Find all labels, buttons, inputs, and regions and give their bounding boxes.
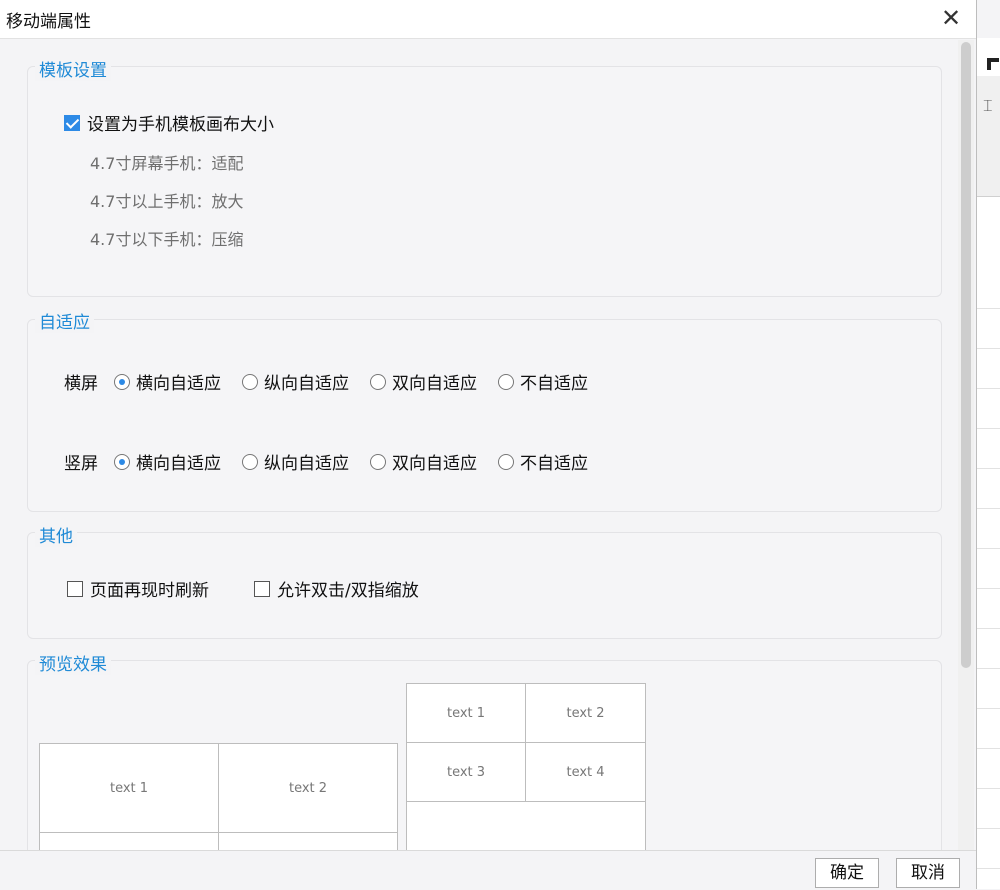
adaptive-group bbox=[27, 319, 942, 512]
radio-label: 不自适应 bbox=[520, 374, 588, 394]
radio-dot[interactable] bbox=[498, 453, 514, 470]
corner-icon bbox=[987, 58, 999, 70]
preview-right-cell-2: text 2 bbox=[525, 683, 646, 743]
portrait-option-none[interactable]: 不自适应 bbox=[498, 449, 588, 474]
radio-dot[interactable] bbox=[114, 453, 130, 470]
landscape-option-none[interactable]: 不自适应 bbox=[498, 369, 588, 394]
scrollbar-thumb[interactable] bbox=[961, 42, 971, 668]
template-settings-group bbox=[27, 66, 942, 297]
preview-left-cell-2: text 2 bbox=[218, 743, 398, 833]
radio-label: 纵向自适应 bbox=[264, 454, 349, 474]
radio-label: 横向自适应 bbox=[136, 454, 221, 474]
background-toolbar bbox=[977, 76, 1000, 197]
background-app-edge: ⌶ bbox=[976, 38, 1000, 889]
radio-label: 双向自适应 bbox=[392, 454, 477, 474]
refresh-on-reappear-row[interactable]: 页面再现时刷新 bbox=[67, 576, 209, 601]
radio-label: 不自适应 bbox=[520, 454, 588, 474]
portrait-option-both[interactable]: 双向自适应 bbox=[370, 449, 477, 474]
cancel-button[interactable]: 取消 bbox=[896, 858, 960, 888]
template-settings-title: 模板设置 bbox=[35, 56, 111, 81]
dialog-title: 移动端属性 bbox=[6, 12, 91, 32]
portrait-option-vertical[interactable]: 纵向自适应 bbox=[242, 449, 349, 474]
radio-dot[interactable] bbox=[370, 453, 386, 470]
portrait-label: 竖屏 bbox=[64, 454, 98, 474]
preview-left-cell-1: text 1 bbox=[39, 743, 219, 833]
landscape-option-vertical[interactable]: 纵向自适应 bbox=[242, 369, 349, 394]
preview-right-cell-1: text 1 bbox=[406, 683, 526, 743]
radio-label: 横向自适应 bbox=[136, 374, 221, 394]
allow-zoom-row[interactable]: 允许双击/双指缩放 bbox=[254, 576, 419, 601]
info-line-enlarge: 4.7寸以上手机：放大 bbox=[90, 192, 244, 211]
landscape-option-horizontal[interactable]: 横向自适应 bbox=[114, 369, 221, 394]
close-icon[interactable]: ✕ bbox=[934, 2, 968, 34]
background-grid bbox=[977, 308, 1000, 889]
vertical-scrollbar[interactable] bbox=[958, 40, 974, 850]
preview-right-cell-5 bbox=[406, 801, 646, 850]
portrait-radio-group: 竖屏 横向自适应 纵向自适应 双向自适应 不自适应 bbox=[64, 449, 609, 474]
other-title: 其他 bbox=[35, 522, 77, 547]
refresh-on-reappear-label: 页面再现时刷新 bbox=[90, 581, 209, 601]
dialog-content: 模板设置 设置为手机模板画布大小 4.7寸屏幕手机：适配 4.7寸以上手机：放大… bbox=[8, 40, 958, 850]
mobile-canvas-checkbox-label: 设置为手机模板画布大小 bbox=[87, 115, 274, 135]
preview-left-cell-3 bbox=[39, 832, 219, 850]
mobile-canvas-checkbox[interactable] bbox=[64, 114, 80, 131]
align-icon: ⌶ bbox=[983, 96, 993, 115]
radio-dot[interactable] bbox=[114, 373, 130, 390]
title-bar: 移动端属性 ✕ bbox=[0, 0, 976, 39]
portrait-option-horizontal[interactable]: 横向自适应 bbox=[114, 449, 221, 474]
adaptive-title: 自适应 bbox=[35, 308, 94, 333]
radio-dot[interactable] bbox=[498, 373, 514, 390]
allow-zoom-checkbox[interactable] bbox=[254, 580, 270, 597]
radio-dot[interactable] bbox=[370, 373, 386, 390]
preview-right-cell-4: text 4 bbox=[525, 742, 646, 802]
mobile-canvas-checkbox-row[interactable]: 设置为手机模板画布大小 bbox=[64, 110, 274, 135]
dialog-footer: 确定 取消 bbox=[0, 850, 976, 890]
mobile-properties-dialog: 移动端属性 ✕ 模板设置 设置为手机模板画布大小 4.7寸屏幕手机：适配 4.7… bbox=[0, 0, 977, 890]
preview-title: 预览效果 bbox=[35, 650, 111, 675]
preview-left-cell-4 bbox=[218, 832, 398, 850]
radio-dot[interactable] bbox=[242, 453, 258, 470]
info-line-fit: 4.7寸屏幕手机：适配 bbox=[90, 154, 244, 173]
landscape-radio-group: 横屏 横向自适应 纵向自适应 双向自适应 不自适应 bbox=[64, 369, 609, 394]
allow-zoom-label: 允许双击/双指缩放 bbox=[277, 581, 419, 601]
info-line-compress: 4.7寸以下手机：压缩 bbox=[90, 230, 244, 249]
refresh-on-reappear-checkbox[interactable] bbox=[67, 580, 83, 597]
radio-label: 双向自适应 bbox=[392, 374, 477, 394]
radio-label: 纵向自适应 bbox=[264, 374, 349, 394]
landscape-label: 横屏 bbox=[64, 374, 98, 394]
ok-button[interactable]: 确定 bbox=[815, 858, 879, 888]
radio-dot[interactable] bbox=[242, 373, 258, 390]
landscape-option-both[interactable]: 双向自适应 bbox=[370, 369, 477, 394]
preview-right-cell-3: text 3 bbox=[406, 742, 526, 802]
